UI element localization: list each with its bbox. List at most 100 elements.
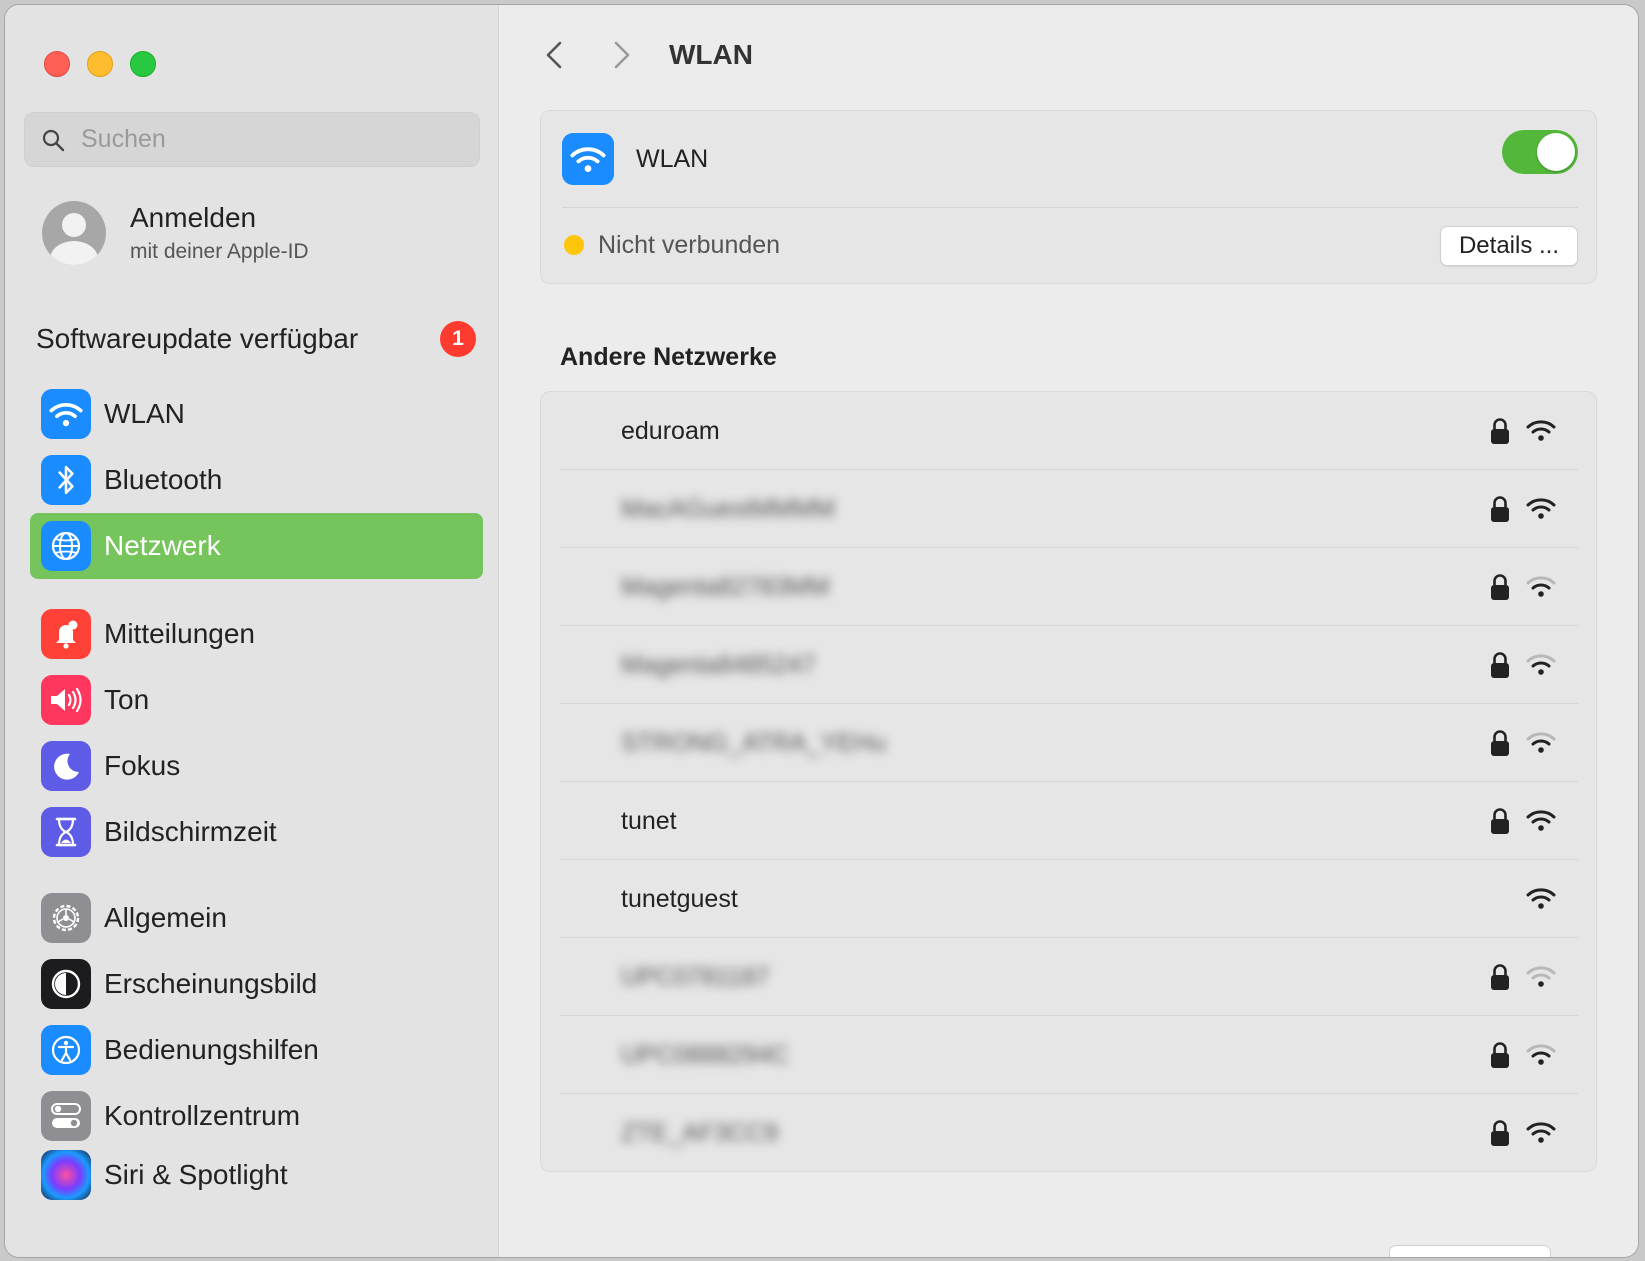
sidebar-item-label: Ton <box>104 684 150 715</box>
sidebar-item-label: Kontrollzentrum <box>104 1100 301 1131</box>
network-name: tunetguest <box>621 884 738 913</box>
chevron-left-icon <box>546 41 562 69</box>
wifi-signal-icon <box>1526 732 1556 753</box>
globe-icon <box>41 521 91 571</box>
sidebar-item-bildschirmzeit[interactable]: Bildschirmzeit <box>30 799 483 865</box>
appearance-icon <box>41 959 91 1009</box>
network-row[interactable]: Magenta8485247 <box>541 626 1596 704</box>
avatar <box>42 201 106 265</box>
network-name: MacAGuestMMMM <box>621 494 835 523</box>
close-window-button[interactable] <box>44 51 70 77</box>
network-name: eduroam <box>621 416 720 445</box>
sidebar-item-wlan[interactable]: WLAN <box>30 381 483 447</box>
sidebar-item-label: Siri & Spotlight <box>104 1159 288 1190</box>
accessibility-icon <box>41 1025 91 1075</box>
sidebar-group-general: Allgemein Erscheinungsbild Bedienungshil… <box>30 885 483 1201</box>
network-name: tunet <box>621 806 677 835</box>
network-row[interactable]: Magenta82783MM <box>541 548 1596 626</box>
back-button[interactable] <box>539 35 569 75</box>
sidebar-item-erscheinungsbild[interactable]: Erscheinungsbild <box>30 951 483 1017</box>
search-icon <box>42 129 65 151</box>
software-update-label: Softwareupdate verfügbar <box>36 323 359 354</box>
wifi-signal-icon <box>1526 420 1556 441</box>
window-controls <box>44 51 156 77</box>
sidebar: Anmelden mit deiner Apple-ID Softwareupd… <box>5 5 499 1257</box>
settings-window: Anmelden mit deiner Apple-ID Softwareupd… <box>5 5 1638 1257</box>
network-row[interactable]: UPC0888294C <box>541 1016 1596 1094</box>
speaker-icon <box>41 675 91 725</box>
connection-status: Nicht verbunden <box>598 230 781 259</box>
network-row[interactable]: tunetguest <box>541 860 1596 938</box>
lock-icon <box>1491 652 1509 678</box>
lock-icon <box>1491 1120 1509 1146</box>
sidebar-item-mitteilungen[interactable]: Mitteilungen <box>30 601 483 667</box>
status-dot <box>564 235 584 255</box>
sidebar-item-siri-spotlight[interactable]: Siri & Spotlight <box>30 1149 483 1201</box>
wifi-signal-icon <box>1526 1044 1556 1065</box>
search-field[interactable] <box>24 112 480 167</box>
minimize-window-button[interactable] <box>87 51 113 77</box>
sidebar-item-label: Fokus <box>104 750 181 781</box>
network-name: UPC0781187 <box>621 962 770 991</box>
sidebar-item-label: Allgemein <box>104 902 227 933</box>
lock-icon <box>1491 574 1509 600</box>
sidebar-item-kontrollzentrum[interactable]: Kontrollzentrum <box>30 1083 483 1149</box>
network-row[interactable]: MacAGuestMMMM <box>541 470 1596 548</box>
sidebar-item-ton[interactable]: Ton <box>30 667 483 733</box>
chevron-right-icon <box>614 41 630 69</box>
forward-button[interactable] <box>607 35 637 75</box>
sidebar-item-bedienungshilfen[interactable]: Bedienungshilfen <box>30 1017 483 1083</box>
toolbar: WLAN <box>539 35 753 75</box>
software-update-item[interactable]: Softwareupdate verfügbar 1 <box>36 321 476 357</box>
network-row[interactable]: eduroam <box>541 392 1596 470</box>
wlan-card: WLAN Nicht verbunden Details ... <box>540 110 1597 284</box>
sidebar-item-allgemein[interactable]: Allgemein <box>30 885 483 951</box>
sidebar-item-fokus[interactable]: Fokus <box>30 733 483 799</box>
lock-icon <box>1491 496 1509 522</box>
wifi-signal-icon <box>1526 966 1556 987</box>
sidebar-item-netzwerk[interactable]: Netzwerk <box>30 513 483 579</box>
other-button[interactable] <box>1389 1245 1551 1257</box>
network-row[interactable]: ZTE_AF3CC9 <box>541 1094 1596 1172</box>
network-name: Magenta82783MM <box>621 572 830 601</box>
wifi-icon <box>562 133 614 185</box>
search-input[interactable] <box>79 124 443 155</box>
details-button[interactable]: Details ... <box>1439 226 1578 266</box>
other-networks-title: Andere Netzwerke <box>560 343 777 371</box>
network-name: UPC0888294C <box>621 1040 790 1069</box>
main-pane: WLAN WLAN Nicht verbunden Details ... An… <box>499 5 1638 1257</box>
wifi-signal-icon <box>1526 498 1556 519</box>
wlan-toggle-row: WLAN <box>541 111 1596 207</box>
wifi-signal-icon <box>1526 654 1556 675</box>
bell-icon <box>41 609 91 659</box>
sidebar-item-label: WLAN <box>104 398 185 429</box>
sidebar-item-label: Mitteilungen <box>104 618 255 649</box>
sidebar-item-label: Bedienungshilfen <box>104 1034 319 1065</box>
wifi-signal-icon <box>1526 810 1556 831</box>
moon-icon <box>41 741 91 791</box>
wifi-signal-icon <box>1526 1122 1556 1143</box>
sidebar-item-label: Bildschirmzeit <box>104 816 277 847</box>
network-list: eduroam MacAGuestMMMM Magenta82783MM Magent… <box>540 391 1597 1172</box>
apple-id-signin[interactable]: Anmelden mit deiner Apple-ID <box>42 201 309 265</box>
wifi-signal-icon <box>1526 888 1556 909</box>
account-title: Anmelden <box>130 202 257 233</box>
lock-icon <box>1491 964 1509 990</box>
network-name: STRONG_ATRA_YEHu <box>621 728 886 757</box>
sidebar-item-label: Netzwerk <box>104 530 221 561</box>
wifi-icon <box>41 389 91 439</box>
network-row[interactable]: STRONG_ATRA_YEHu <box>541 704 1596 782</box>
network-row[interactable]: UPC0781187 <box>541 938 1596 1016</box>
lock-icon <box>1491 418 1509 444</box>
lock-icon <box>1491 808 1509 834</box>
sidebar-item-label: Bluetooth <box>104 464 223 495</box>
page-title: WLAN <box>669 39 753 70</box>
network-row[interactable]: tunet <box>541 782 1596 860</box>
control-center-icon <box>41 1091 91 1141</box>
sidebar-item-label: Erscheinungsbild <box>104 968 318 999</box>
update-count-badge: 1 <box>440 321 476 357</box>
network-name: ZTE_AF3CC9 <box>621 1118 778 1147</box>
sidebar-item-bluetooth[interactable]: Bluetooth <box>30 447 483 513</box>
wlan-toggle[interactable] <box>1502 130 1578 174</box>
maximize-window-button[interactable] <box>130 51 156 77</box>
